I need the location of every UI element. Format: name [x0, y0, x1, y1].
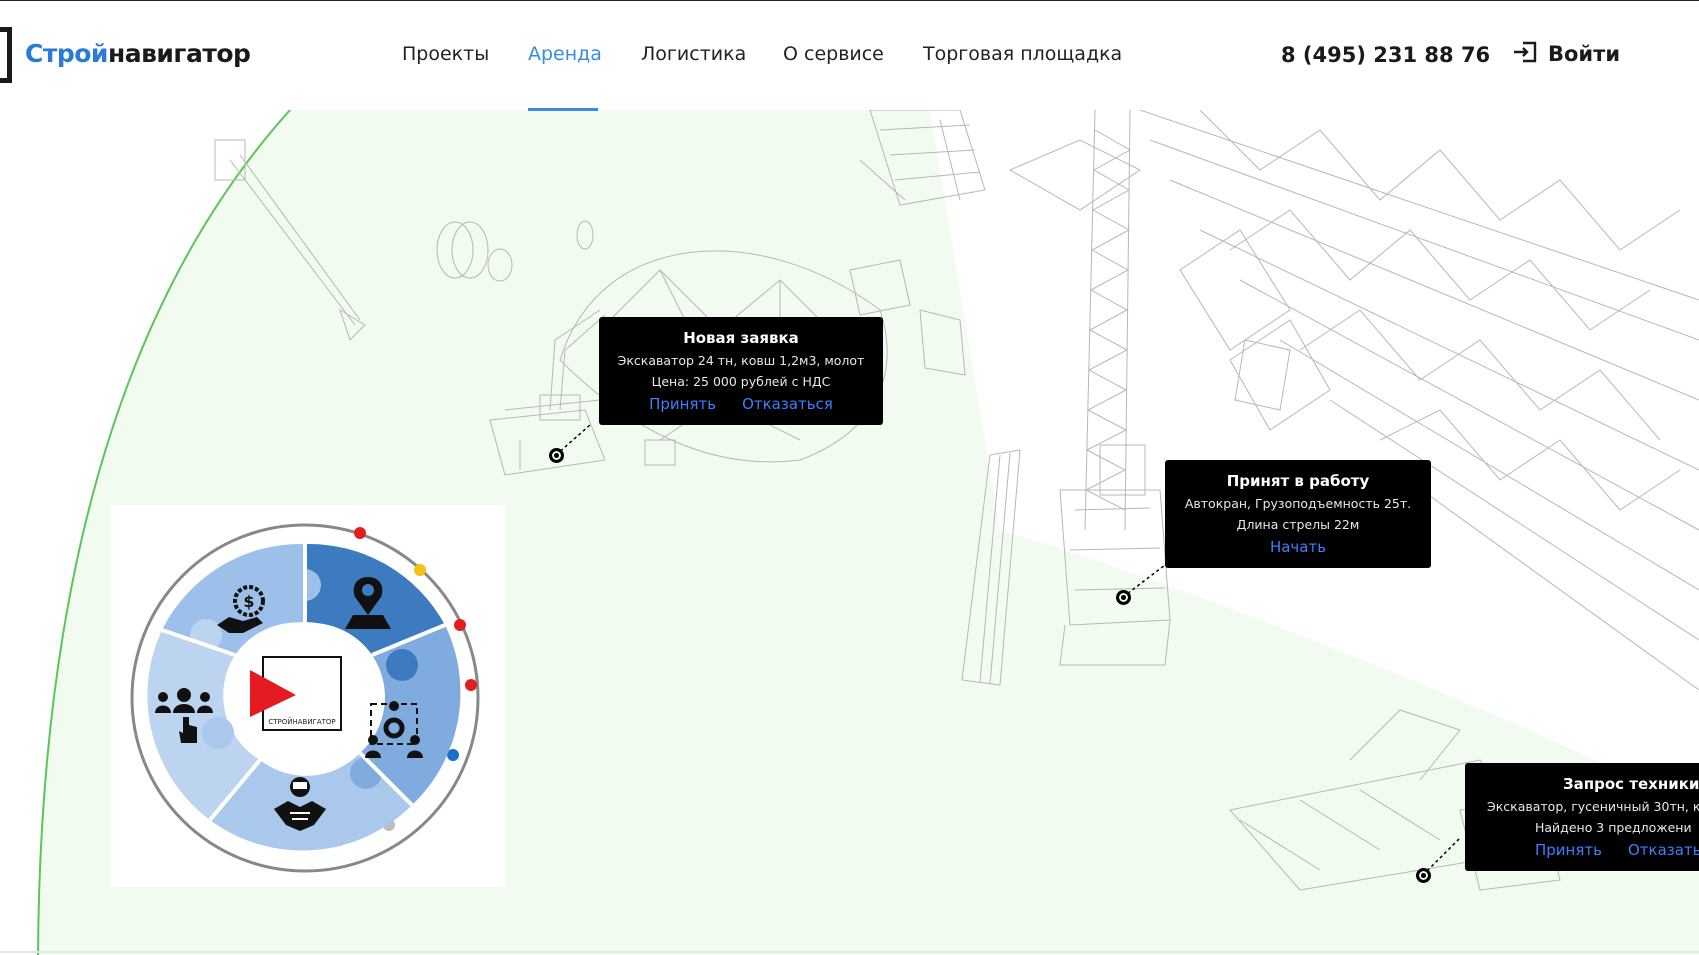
card-title: Принят в работу	[1226, 472, 1370, 490]
login-label: Войти	[1548, 42, 1621, 66]
excavator-marker[interactable]	[549, 448, 564, 463]
logo[interactable]: Стройнавигатор	[25, 39, 251, 68]
active-nav-indicator	[528, 108, 598, 111]
start-link[interactable]: Начать	[1270, 538, 1326, 556]
logo-rest: навигатор	[107, 39, 251, 68]
card-price: Цена: 25 000 рублей с НДС	[651, 374, 831, 389]
login-button[interactable]: Войти	[1512, 41, 1620, 67]
decline-link[interactable]: Отказаться	[742, 395, 833, 413]
in-work-card: Принят в работу Автокран, Грузоподъемнос…	[1165, 460, 1431, 568]
decline-link[interactable]: Отказать	[1628, 841, 1699, 859]
equipment-marker[interactable]	[1416, 868, 1431, 883]
svg-text:$: $	[243, 592, 254, 611]
nav-item-about[interactable]: О сервисе	[783, 43, 884, 65]
team-gear-icon	[363, 698, 425, 764]
card-title: Новая заявка	[683, 329, 799, 347]
service-puzzle-infographic: СТРОЙНАВИГАТОР $	[110, 505, 505, 887]
handshake-icon	[270, 775, 330, 837]
equipment-request-card: Запрос техники Экскаватор, гусеничный 30…	[1465, 763, 1699, 871]
nav-item-projects[interactable]: Проекты	[402, 43, 489, 65]
page-divider	[0, 951, 1699, 953]
accept-link[interactable]: Принять	[649, 395, 716, 413]
nav-item-marketplace[interactable]: Торговая площадка	[923, 43, 1122, 65]
center-logo-label: СТРОЙНАВИГАТОР	[268, 717, 335, 726]
login-icon	[1512, 41, 1538, 67]
autocrane-marker[interactable]	[1116, 590, 1131, 605]
nav-item-rent[interactable]: Аренда	[528, 43, 602, 65]
money-hand-icon: $	[213, 583, 271, 645]
new-request-card: Новая заявка Экскаватор 24 тн, ковш 1,2м…	[599, 317, 883, 425]
logo-mark[interactable]	[0, 27, 12, 83]
phone-number[interactable]: 8 (495) 231 88 76	[1281, 43, 1490, 67]
card-title: Запрос техники	[1563, 775, 1699, 793]
nav-item-logistics[interactable]: Логистика	[641, 43, 746, 65]
card-description: Экскаватор, гусеничный 30тн, к	[1487, 799, 1699, 814]
card-description: Автокран, Грузоподъемность 25т.	[1184, 496, 1412, 511]
site-header: Стройнавигатор Проекты Аренда Логистика …	[0, 0, 1699, 111]
map-pin-icon	[343, 575, 393, 635]
people-click-icon	[153, 685, 215, 749]
construction-site-scene: Новая заявка Экскаватор 24 тн, ковш 1,2м…	[0, 110, 1699, 955]
logo-accent: Строй	[25, 39, 108, 68]
card-description: Экскаватор 24 тн, ковш 1,2м3, молот	[617, 353, 865, 368]
card-offers-found: Найдено 3 предложени	[1535, 820, 1692, 835]
accept-link[interactable]: Принять	[1535, 841, 1602, 859]
card-boom-length: Длина стрелы 22м	[1236, 517, 1360, 532]
